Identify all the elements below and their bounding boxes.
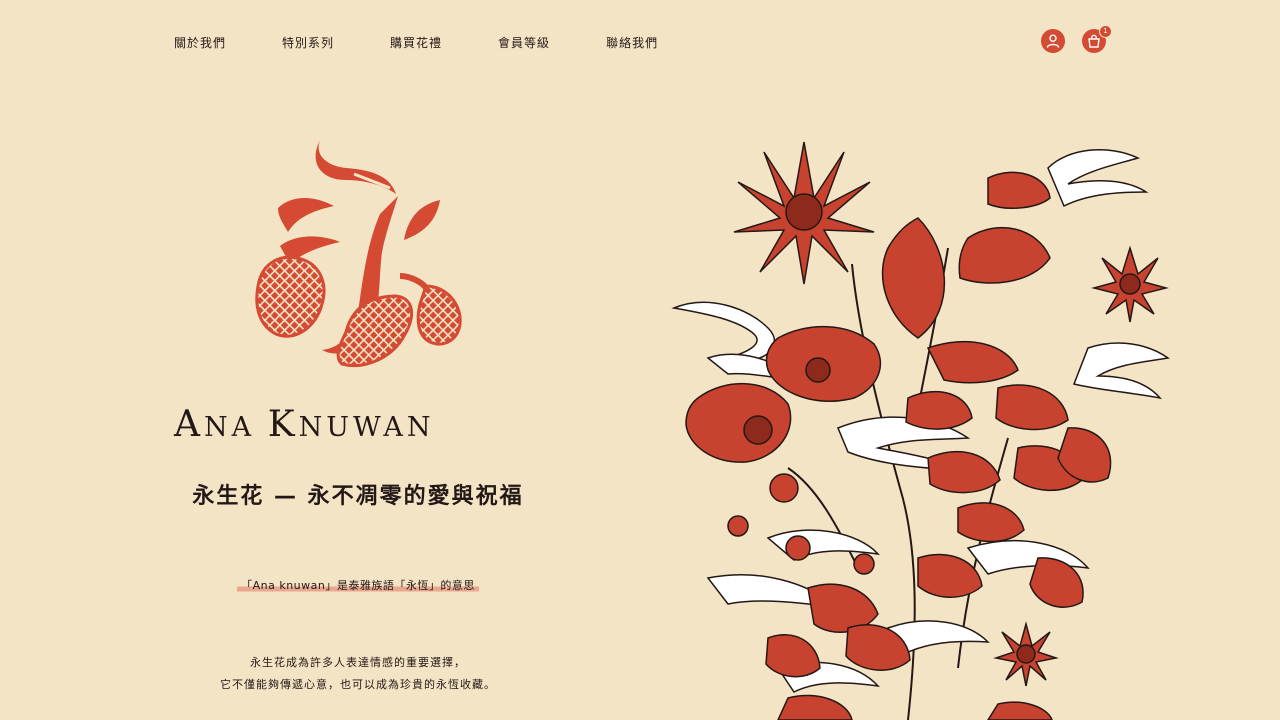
nav-membership[interactable]: 會員等級 <box>498 34 550 51</box>
nav-buy-flowers[interactable]: 購買花禮 <box>390 34 442 51</box>
cart-button[interactable]: 1 <box>1082 25 1112 53</box>
brand-letter: A <box>174 404 204 445</box>
brand-letter: K <box>267 404 299 445</box>
brand-logo-mark <box>255 140 462 367</box>
highlighted-note: 「Ana knuwan」是泰雅族語「永恆」的意思 <box>237 579 479 593</box>
name-meaning-note: 「Ana knuwan」是泰雅族語「永恆」的意思 <box>150 574 566 593</box>
nav-about[interactable]: 關於我們 <box>174 34 226 51</box>
brand-wordmark: ANA KNUWAN <box>174 404 544 445</box>
cart-count-badge: 1 <box>1099 25 1112 38</box>
description-line: 它不僅能夠傳遞心意，也可以成為珍貴的永恆收藏。 <box>220 678 496 691</box>
description-line: 永生花成為許多人表達情感的重要選擇， <box>250 656 466 669</box>
brand-letters: NUWAN <box>298 412 435 443</box>
hero-headline: 永生花 — 永不凋零的愛與祝福 <box>192 484 524 509</box>
hero-description: 永生花成為許多人表達情感的重要選擇， 它不僅能夠傳遞心意，也可以成為珍貴的永恆收… <box>150 652 566 696</box>
botanical-illustration <box>671 141 1170 720</box>
nav-contact[interactable]: 聯絡我們 <box>606 34 658 51</box>
brand-letters: NA <box>204 412 268 443</box>
nav-special-series[interactable]: 特別系列 <box>282 34 334 51</box>
main-nav: 關於我們 特別系列 購買花禮 會員等級 聯絡我們 <box>174 34 714 51</box>
user-icon <box>1046 34 1060 48</box>
account-button[interactable] <box>1041 29 1065 53</box>
